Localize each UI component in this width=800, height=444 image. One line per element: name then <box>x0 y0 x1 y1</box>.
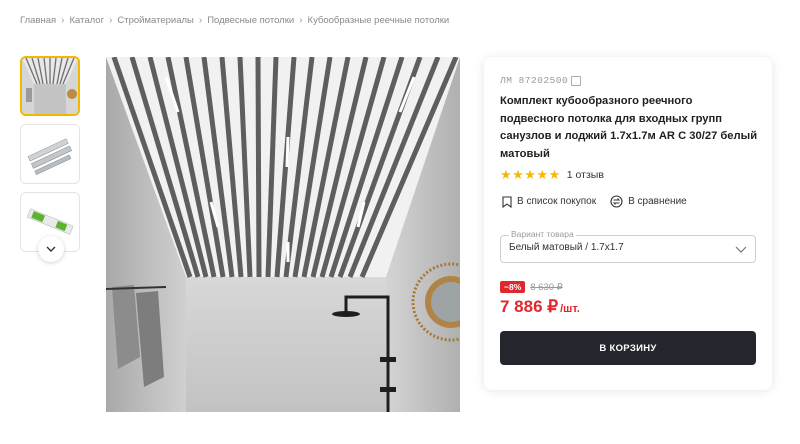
price-value: 7 886 ₽ <box>500 297 559 316</box>
product-info-card: ЛМ 87202500 Комплект кубообразного реечн… <box>484 57 772 390</box>
product-actions: В список покупок В сравнение <box>502 195 701 208</box>
add-to-compare-button[interactable]: В сравнение <box>610 195 687 208</box>
add-to-cart-button[interactable]: В КОРЗИНУ <box>500 331 756 365</box>
bookmark-icon <box>502 195 512 208</box>
chevron-right-icon: › <box>109 15 113 26</box>
rating-stars: ★★★★★ <box>500 167 561 182</box>
breadcrumb-catalog[interactable]: Каталог <box>70 15 105 26</box>
discount-badge: −8% <box>500 281 526 293</box>
thumbnail-list <box>20 56 82 260</box>
breadcrumb-home[interactable]: Главная <box>20 15 56 26</box>
breadcrumb-suspended-ceilings[interactable]: Подвесные потолки <box>207 15 294 26</box>
variant-select-label: Вариант товара <box>509 229 576 239</box>
chevron-down-icon <box>46 246 56 252</box>
product-rating[interactable]: ★★★★★ 1 отзыв <box>500 167 604 183</box>
chevron-down-icon <box>735 246 747 253</box>
add-to-shopping-list-button[interactable]: В список покупок <box>502 195 597 208</box>
discount-row: −8% 8 630 ₽ <box>500 281 563 293</box>
copy-icon[interactable] <box>571 75 582 86</box>
thumbnail-slat-profiles[interactable] <box>20 124 80 184</box>
sku-text: ЛМ 87202500 <box>500 75 569 86</box>
main-product-image[interactable] <box>106 57 460 412</box>
chevron-right-icon: › <box>61 15 65 26</box>
thumbnail-ceiling-interior[interactable] <box>20 56 80 116</box>
compare-icon <box>610 195 623 208</box>
variant-select-value: Белый матовый / 1.7x1.7 <box>509 242 624 253</box>
compare-label: В сравнение <box>628 196 687 207</box>
current-price: 7 886 ₽ /шт. <box>500 297 580 317</box>
breadcrumb: Главная › Каталог › Стройматериалы › Под… <box>20 15 449 26</box>
chevron-right-icon: › <box>299 15 303 26</box>
variant-select[interactable]: Вариант товара Белый матовый / 1.7x1.7 <box>500 229 756 263</box>
chevron-right-icon: › <box>198 15 203 26</box>
price-unit: /шт. <box>560 303 580 315</box>
breadcrumb-cube-slat-ceilings[interactable]: Кубообразные реечные потолки <box>308 15 450 26</box>
product-sku: ЛМ 87202500 <box>500 75 582 86</box>
shopping-list-label: В список покупок <box>517 196 597 207</box>
product-title: Комплект кубообразного реечного подвесно… <box>500 95 758 160</box>
old-price: 8 630 ₽ <box>530 281 563 293</box>
thumbnail-scroll-down-button[interactable] <box>38 236 64 262</box>
breadcrumb-building-materials[interactable]: Стройматериалы <box>117 15 193 26</box>
reviews-link[interactable]: 1 отзыв <box>567 169 604 181</box>
